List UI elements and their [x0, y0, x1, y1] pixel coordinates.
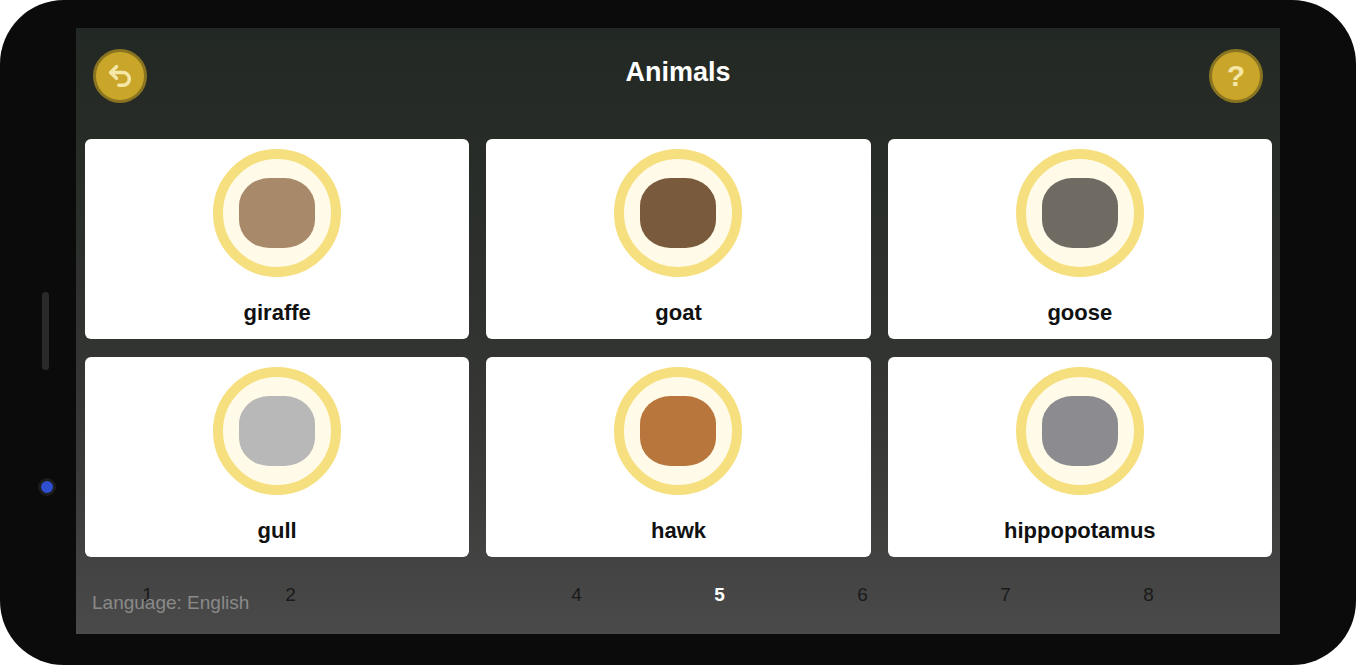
- animal-card[interactable]: goat: [486, 139, 870, 339]
- back-arrow-icon: [106, 62, 134, 90]
- animal-label: giraffe: [236, 299, 319, 327]
- header: Animals?: [76, 28, 1280, 139]
- speaker-slot: [42, 292, 49, 370]
- page-number[interactable]: 7: [934, 583, 1077, 607]
- phone-frame: Animals? giraffe goat goose gull hawk hippopot…: [0, 0, 1356, 665]
- animal-card[interactable]: goose: [888, 139, 1272, 339]
- page-number[interactable]: 4: [505, 583, 648, 607]
- animal-picture: [1016, 149, 1144, 277]
- animal-label: goat: [647, 299, 709, 327]
- animal-label: gull: [250, 517, 305, 545]
- animal-card[interactable]: gull: [85, 357, 469, 557]
- page: Animals? giraffe goat goose gull hawk hippopot…: [0, 0, 1356, 665]
- help-button[interactable]: ?: [1209, 49, 1263, 103]
- screen: Animals? giraffe goat goose gull hawk hippopot…: [76, 28, 1280, 634]
- animal-label: hippopotamus: [996, 517, 1164, 545]
- page-number[interactable]: 5: [648, 583, 791, 607]
- animal-card[interactable]: hawk: [486, 357, 870, 557]
- camera-icon: [38, 478, 56, 496]
- page-number[interactable]: 8: [1077, 583, 1220, 607]
- animal-picture: [614, 149, 742, 277]
- language-label: Language: English: [92, 591, 249, 615]
- animal-card[interactable]: giraffe: [85, 139, 469, 339]
- pagination: 1245678: [76, 557, 1280, 634]
- back-button[interactable]: [93, 49, 147, 103]
- animal-picture: [213, 367, 341, 495]
- page-number[interactable]: 6: [791, 583, 934, 607]
- animal-picture: [1016, 367, 1144, 495]
- animal-picture: [614, 367, 742, 495]
- animal-label: goose: [1039, 299, 1120, 327]
- screen-title: Animals: [625, 49, 730, 89]
- animal-card[interactable]: hippopotamus: [888, 357, 1272, 557]
- card-grid: giraffe goat goose gull hawk hippopotamus: [76, 139, 1280, 557]
- animal-picture: [213, 149, 341, 277]
- animal-label: hawk: [643, 517, 714, 545]
